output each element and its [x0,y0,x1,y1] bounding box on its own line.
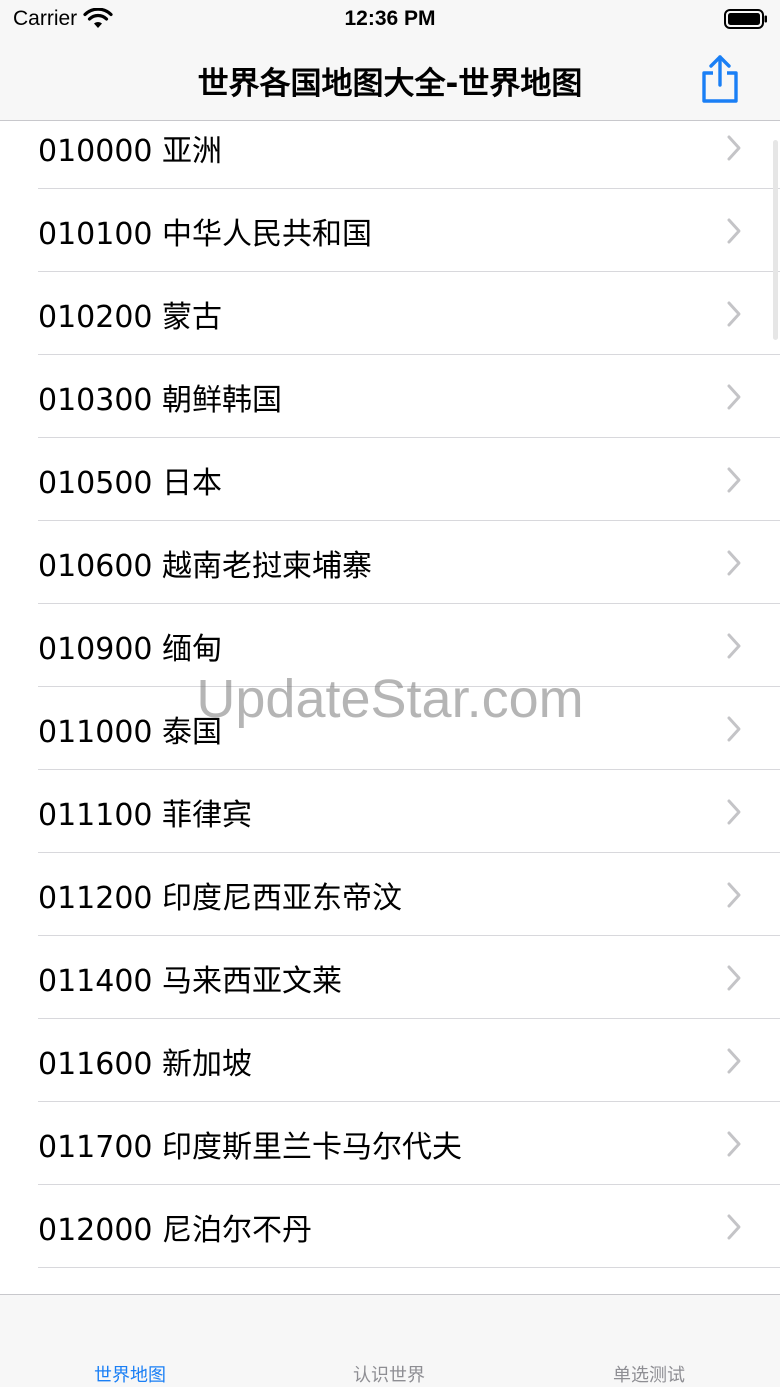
list-item-label: 010000 亚洲 [38,133,223,169]
list-item[interactable]: 011600 新加坡 [0,1019,780,1102]
list-item-label: 010600 越南老挝柬埔寨 [38,548,373,584]
status-time: 12:36 PM [344,7,436,30]
chevron-right-icon [727,799,741,824]
list-item[interactable]: 010200 蒙古 [0,272,780,355]
chevron-right-icon [727,550,741,575]
list-item-label: 010200 蒙古 [38,299,223,335]
chevron-right-icon [727,1048,741,1073]
list-item[interactable]: 011000 泰国 [0,687,780,770]
chevron-right-icon [727,467,741,492]
list-item[interactable]: 011400 马来西亚文莱 [0,936,780,1019]
list-item-label: 010300 朝鲜韩国 [38,382,283,418]
scroll-indicator[interactable] [773,140,778,340]
status-bar: Carrier 12:36 PM [0,0,780,40]
list-item[interactable]: 011200 印度尼西亚东帝汶 [0,853,780,936]
battery-icon [724,9,767,29]
chevron-right-icon [727,882,741,907]
tab-bar: 世界地图 认识世界 单选测试 [0,1294,780,1387]
list-item-label: 011600 新加坡 [38,1046,253,1082]
list-item[interactable]: 010100 中华人民共和国 [0,189,780,272]
tab-1[interactable]: 世界地图 [94,1361,166,1387]
list-item[interactable]: 010300 朝鲜韩国 [0,355,780,438]
list-item[interactable]: 010000 亚洲 [0,106,780,189]
tab-2[interactable]: 认识世界 [353,1361,425,1387]
list-item-label: 011100 菲律宾 [38,797,253,833]
tab-3[interactable]: 单选测试 [613,1361,685,1387]
share-icon [702,55,738,103]
list-item-label: 011400 马来西亚文莱 [38,963,343,999]
list-item-label: 012000 尼泊尔不丹 [38,1212,313,1248]
chevron-right-icon [727,135,741,160]
chevron-right-icon [727,301,741,326]
list-item[interactable]: 012000 尼泊尔不丹 [0,1185,780,1268]
list-item-label: 011200 印度尼西亚东帝汶 [38,880,403,916]
chevron-right-icon [727,1214,741,1239]
chevron-right-icon [727,716,741,741]
list-item-label: 010500 日本 [38,465,223,501]
chevron-right-icon [727,218,741,243]
list-item-label: 010900 缅甸 [38,631,223,667]
chevron-right-icon [727,1131,741,1156]
list-item[interactable]: 011100 菲律宾 [0,770,780,853]
page-title: 世界各国地图大全-世界地图 [197,66,583,102]
share-button[interactable] [696,52,744,106]
list-item-label: 010100 中华人民共和国 [38,216,373,252]
chevron-right-icon [727,965,741,990]
list-item[interactable]: 010500 日本 [0,438,780,521]
list-item-label: 011000 泰国 [38,714,223,750]
list-item[interactable]: 010900 缅甸 [0,604,780,687]
list-item-label: 011700 印度斯里兰卡马尔代夫 [38,1129,463,1165]
list-item[interactable]: 011700 印度斯里兰卡马尔代夫 [0,1102,780,1185]
list-item[interactable]: 010600 越南老挝柬埔寨 [0,521,780,604]
chevron-right-icon [727,633,741,658]
region-list[interactable]: 010000 亚洲 010100 中华人民共和国 010200 蒙古 010300 朝… [0,106,780,1294]
chevron-right-icon [727,384,741,409]
